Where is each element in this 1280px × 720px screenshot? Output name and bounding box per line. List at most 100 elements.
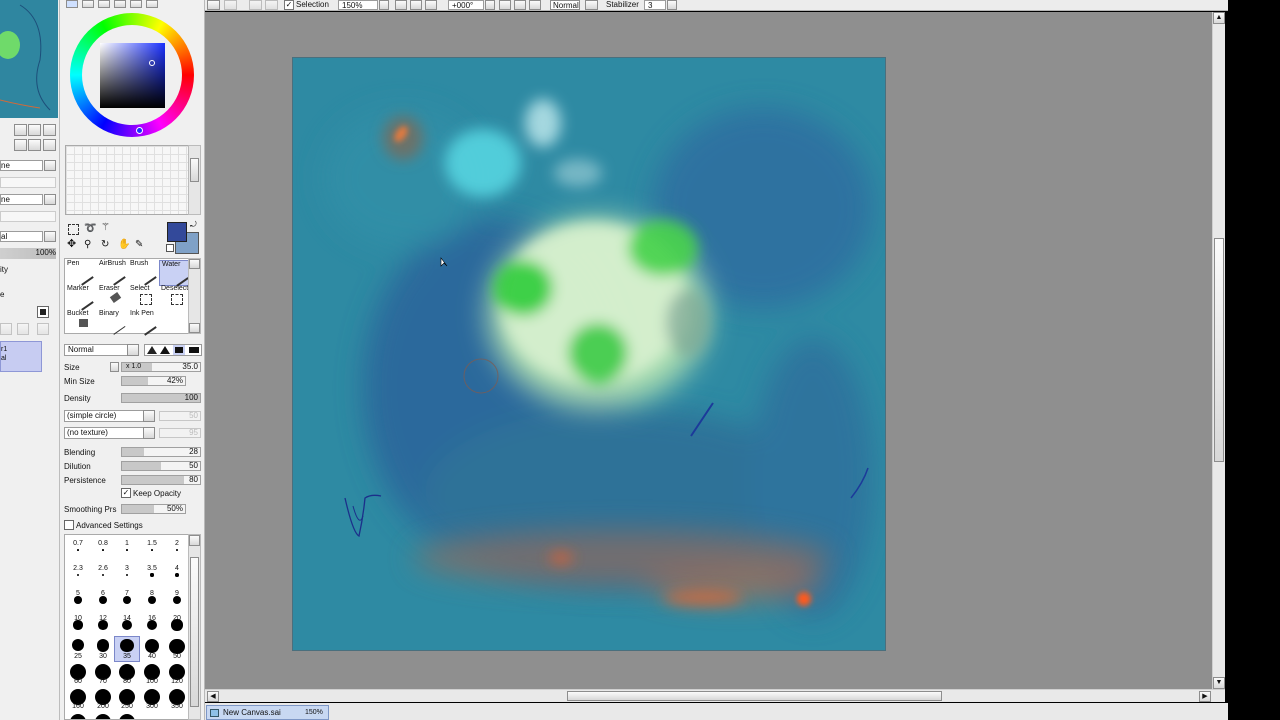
lasso-icon[interactable]: ➰ [84,223,97,235]
color-mixer-toggle[interactable] [114,0,126,8]
zoom-icon[interactable]: ⚲ [84,239,96,251]
horizontal-scrollbar[interactable]: ◀ ▶ [205,689,1225,702]
layer-blend-field[interactable]: al [0,231,43,242]
move-icon[interactable]: ✥ [67,239,79,251]
transparent-color-icon[interactable] [166,244,174,252]
zoom-field[interactable]: 150% [338,0,378,10]
brush-texture-dropdown[interactable] [143,427,155,439]
layer-copy-button[interactable] [14,139,27,151]
swatches-toggle[interactable] [130,0,142,8]
brush-blend-mode-dropdown[interactable] [127,344,139,356]
brush-size-cell-9[interactable]: 9 [165,587,189,611]
navigator-thumbnail[interactable] [0,0,58,118]
layer-transfer-button[interactable] [17,323,29,335]
layer-opacity-slider-1[interactable] [0,177,56,188]
brush-size-cell-16[interactable]: 16 [140,612,164,636]
layer-blend-field-dropdown[interactable] [44,231,56,242]
brush-size-cell-0.7[interactable]: 0.7 [66,537,90,561]
brush-size-cell-200[interactable]: 200 [91,687,115,711]
undo-button[interactable] [207,0,220,10]
brush-size-cell-400[interactable]: 400 [66,712,90,719]
brush-size-cell-250[interactable]: 250 [115,687,139,711]
rotate-left-button[interactable] [499,0,511,10]
blending-slider[interactable]: 28 [121,447,201,457]
brush-size-cell-1.5[interactable]: 1.5 [140,537,164,561]
brush-size-cell-14[interactable]: 14 [115,612,139,636]
brush-size-cell-8[interactable]: 8 [140,587,164,611]
layer-merge-button[interactable] [28,139,41,151]
zoom-out-button[interactable] [395,0,407,10]
brush-size-scrollbar[interactable] [188,534,201,720]
tool-bucket[interactable]: Bucket [65,310,95,334]
scroll-left-button[interactable]: ◀ [207,691,219,702]
brush-size-cell-25[interactable]: 25 [66,637,90,661]
brush-size-cell-35[interactable]: 35 [114,636,140,662]
scroll-down-button[interactable]: ▼ [1213,677,1225,689]
rect-select-icon[interactable] [68,224,79,235]
zoom-dropdown-button[interactable] [379,0,389,10]
tool-scroll-up[interactable] [189,259,200,269]
rotate-reset-button[interactable] [529,0,541,10]
layer-blend-dropdown-2[interactable] [44,194,56,205]
edge-sharp-icon[interactable] [189,347,199,353]
eyedropper-icon[interactable]: ✎ [135,239,147,251]
brush-size-scroll-up[interactable] [189,535,200,546]
layer-blend-mode-1[interactable]: ne [0,160,43,171]
layer-item-active[interactable]: r1 al [0,341,42,372]
edge-medium-icon[interactable] [160,346,170,354]
brush-size-cell-12[interactable]: 12 [91,612,115,636]
brush-size-cell-120[interactable]: 120 [165,662,189,686]
rotation-field[interactable]: +000° [448,0,484,10]
redo-button[interactable] [224,0,237,10]
brush-blend-mode-field[interactable]: Normal [64,344,129,356]
vertical-scroll-thumb[interactable] [1214,238,1224,462]
swatch-grid[interactable] [65,145,193,215]
artwork-canvas[interactable] [292,57,886,651]
brush-size-cell-300[interactable]: 300 [140,687,164,711]
saturation-value-square[interactable] [100,43,165,108]
smoothing-slider[interactable]: 50% [121,504,186,514]
brush-size-cell-100[interactable]: 100 [140,662,164,686]
brush-size-cell-1[interactable]: 1 [115,537,139,561]
blend-mode-field[interactable]: Normal [550,0,580,10]
brush-size-cell-2[interactable]: 2 [165,537,189,561]
brush-texture-field[interactable]: (no texture) [64,427,144,439]
rotate-right-button[interactable] [514,0,526,10]
tool-brush[interactable]: Brush [128,260,158,286]
flip-button[interactable] [585,0,598,10]
edge-soft-icon[interactable] [147,346,157,354]
brush-size-cell-350[interactable]: 350 [165,687,189,711]
brush-size-cell-30[interactable]: 30 [91,637,115,661]
brush-texture-strength[interactable]: 95 [159,428,201,438]
primary-color-swatch[interactable] [167,222,187,242]
layer-blend-dropdown-1[interactable] [44,160,56,171]
tool-grid-scrollbar[interactable] [188,258,201,334]
brush-size-cell-7[interactable]: 7 [115,587,139,611]
brush-size-cell-160[interactable]: 160 [66,687,90,711]
zoom-in-button[interactable] [410,0,422,10]
brush-size-cell-50[interactable]: 50 [165,637,189,661]
brush-size-cell-0.8[interactable]: 0.8 [91,537,115,561]
zoom-reset-button[interactable] [425,0,437,10]
brush-size-cell-450[interactable]: 450 [91,712,115,719]
stabilizer-field[interactable]: 3 [644,0,666,10]
color-wheel-toggle[interactable] [66,0,78,8]
brush-size-cell-70[interactable]: 70 [91,662,115,686]
layer-opacity-slider-2[interactable] [0,211,56,222]
rotation-dropdown-button[interactable] [485,0,495,10]
rotate-icon[interactable]: ↻ [101,239,113,251]
brush-size-cell-80[interactable]: 80 [115,662,139,686]
tool-ink-pen[interactable]: Ink Pen [128,310,158,336]
brush-size-cell-500[interactable]: 500 [115,712,139,719]
tool-marker[interactable]: Marker [65,285,95,311]
scroll-up-button[interactable]: ▲ [1213,12,1225,24]
brush-size-cell-3.5[interactable]: 3.5 [140,562,164,586]
dilution-slider[interactable]: 50 [121,461,201,471]
size-slider[interactable]: x 1.0 35.0 [121,362,201,372]
layer-new-button[interactable] [14,124,27,136]
vertical-scrollbar[interactable]: ▲ ▼ [1212,12,1225,689]
brush-size-scroll-thumb[interactable] [190,557,199,707]
brush-size-cell-20[interactable]: 20 [165,612,189,636]
layer-blend-mode-2[interactable]: ne [0,194,43,205]
swap-colors-icon[interactable]: ⤾ [190,220,200,230]
